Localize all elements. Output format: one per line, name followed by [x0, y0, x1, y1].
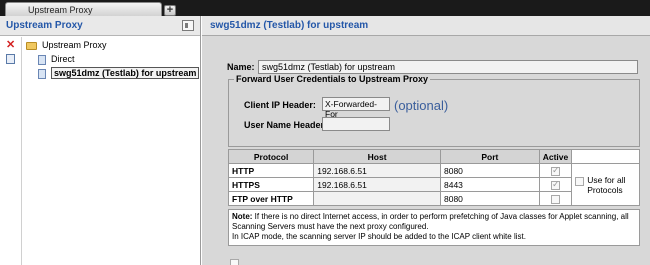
proxy-tree: Upstream Proxy Direct swg51dmz (Testlab)…: [26, 38, 200, 80]
collapse-panel-icon[interactable]: [182, 20, 194, 31]
client-ip-header-label: Client IP Header:: [244, 100, 316, 110]
port-input[interactable]: 8080: [439, 191, 540, 206]
user-name-header-label: User Name Header:: [244, 120, 328, 130]
add-tab-button[interactable]: +: [164, 5, 176, 16]
protocol-cell: HTTP: [227, 163, 315, 178]
column-header-active: Active: [538, 149, 573, 164]
use-all-label: Use for all Protocols: [587, 174, 626, 195]
table-row: HTTP 192.168.6.51 8080 Use for all Proto…: [227, 163, 640, 206]
tab-upstream-proxy[interactable]: Upstream Proxy: [5, 2, 162, 16]
column-header-port: Port: [439, 149, 540, 164]
use-all-cell: Use for all Protocols: [571, 163, 640, 206]
tab-strip: Upstream Proxy +: [0, 0, 650, 16]
host-input[interactable]: 192.168.6.51: [313, 163, 441, 178]
tree-item-label: Direct: [51, 54, 75, 64]
active-checkbox[interactable]: [550, 165, 560, 176]
tree-item-direct[interactable]: Direct: [26, 52, 198, 66]
host-input[interactable]: [313, 191, 441, 206]
tree-item-upstream-proxy[interactable]: Upstream Proxy: [26, 38, 198, 52]
column-header-protocol: Protocol: [227, 149, 315, 164]
delete-icon[interactable]: ✕: [6, 40, 15, 51]
tree-toolbar: ✕: [0, 37, 22, 265]
folder-icon: [26, 41, 37, 50]
protocol-cell: HTTPS: [227, 177, 315, 192]
document-icon: [38, 54, 46, 65]
port-input[interactable]: 8080: [439, 163, 540, 178]
active-checkbox[interactable]: [550, 194, 560, 204]
tree-item-label: Upstream Proxy: [42, 40, 107, 50]
tree-item-swg51dmz[interactable]: swg51dmz (Testlab) for upstream: [26, 66, 200, 80]
port-input[interactable]: 8443: [439, 177, 540, 192]
column-header-blank: [571, 149, 640, 164]
optional-hint: (optional): [394, 98, 449, 113]
tab-label: Upstream Proxy: [28, 5, 93, 15]
document-icon: [38, 68, 46, 79]
protocol-cell: FTP over HTTP: [227, 191, 315, 206]
note-prefix: Note:: [232, 212, 253, 221]
active-cell: [538, 191, 573, 206]
forward-credentials-legend: Forward User Credentials to Upstream Pro…: [234, 74, 431, 84]
active-cell: [538, 163, 573, 178]
left-panel-title: Upstream Proxy: [6, 20, 83, 31]
bottom-checkbox[interactable]: [230, 259, 239, 265]
note-line-1: If there is no direct Internet access, i…: [232, 212, 629, 231]
use-all-checkbox[interactable]: [575, 176, 585, 186]
note-line-2: In ICAP mode, the scanning server IP sho…: [232, 232, 526, 241]
table-header-row: Protocol Host Port Active: [227, 149, 640, 164]
active-checkbox[interactable]: [550, 179, 560, 190]
host-input[interactable]: 192.168.6.51: [313, 177, 441, 192]
client-ip-header-input[interactable]: X-Forwarded-For: [322, 97, 390, 119]
tree-item-label: swg51dmz (Testlab) for upstream: [51, 67, 200, 79]
left-panel-header: Upstream Proxy: [0, 16, 200, 36]
active-cell: [538, 177, 573, 192]
left-panel: Upstream Proxy ✕ Upstream Proxy Direct s…: [0, 16, 201, 265]
right-panel-header: swg51dmz (Testlab) for upstream: [202, 16, 650, 36]
user-name-header-input[interactable]: [322, 117, 390, 131]
note-box: Note: If there is no direct Internet acc…: [228, 209, 640, 246]
name-label: Name:: [227, 62, 255, 72]
copy-icon[interactable]: [6, 54, 15, 64]
name-input[interactable]: swg51dmz (Testlab) for upstream: [258, 60, 638, 74]
forward-credentials-group: Forward User Credentials to Upstream Pro…: [228, 74, 640, 147]
protocol-table: Protocol Host Port Active HTTP 192.168.6…: [227, 149, 640, 206]
column-header-host: Host: [313, 149, 441, 164]
